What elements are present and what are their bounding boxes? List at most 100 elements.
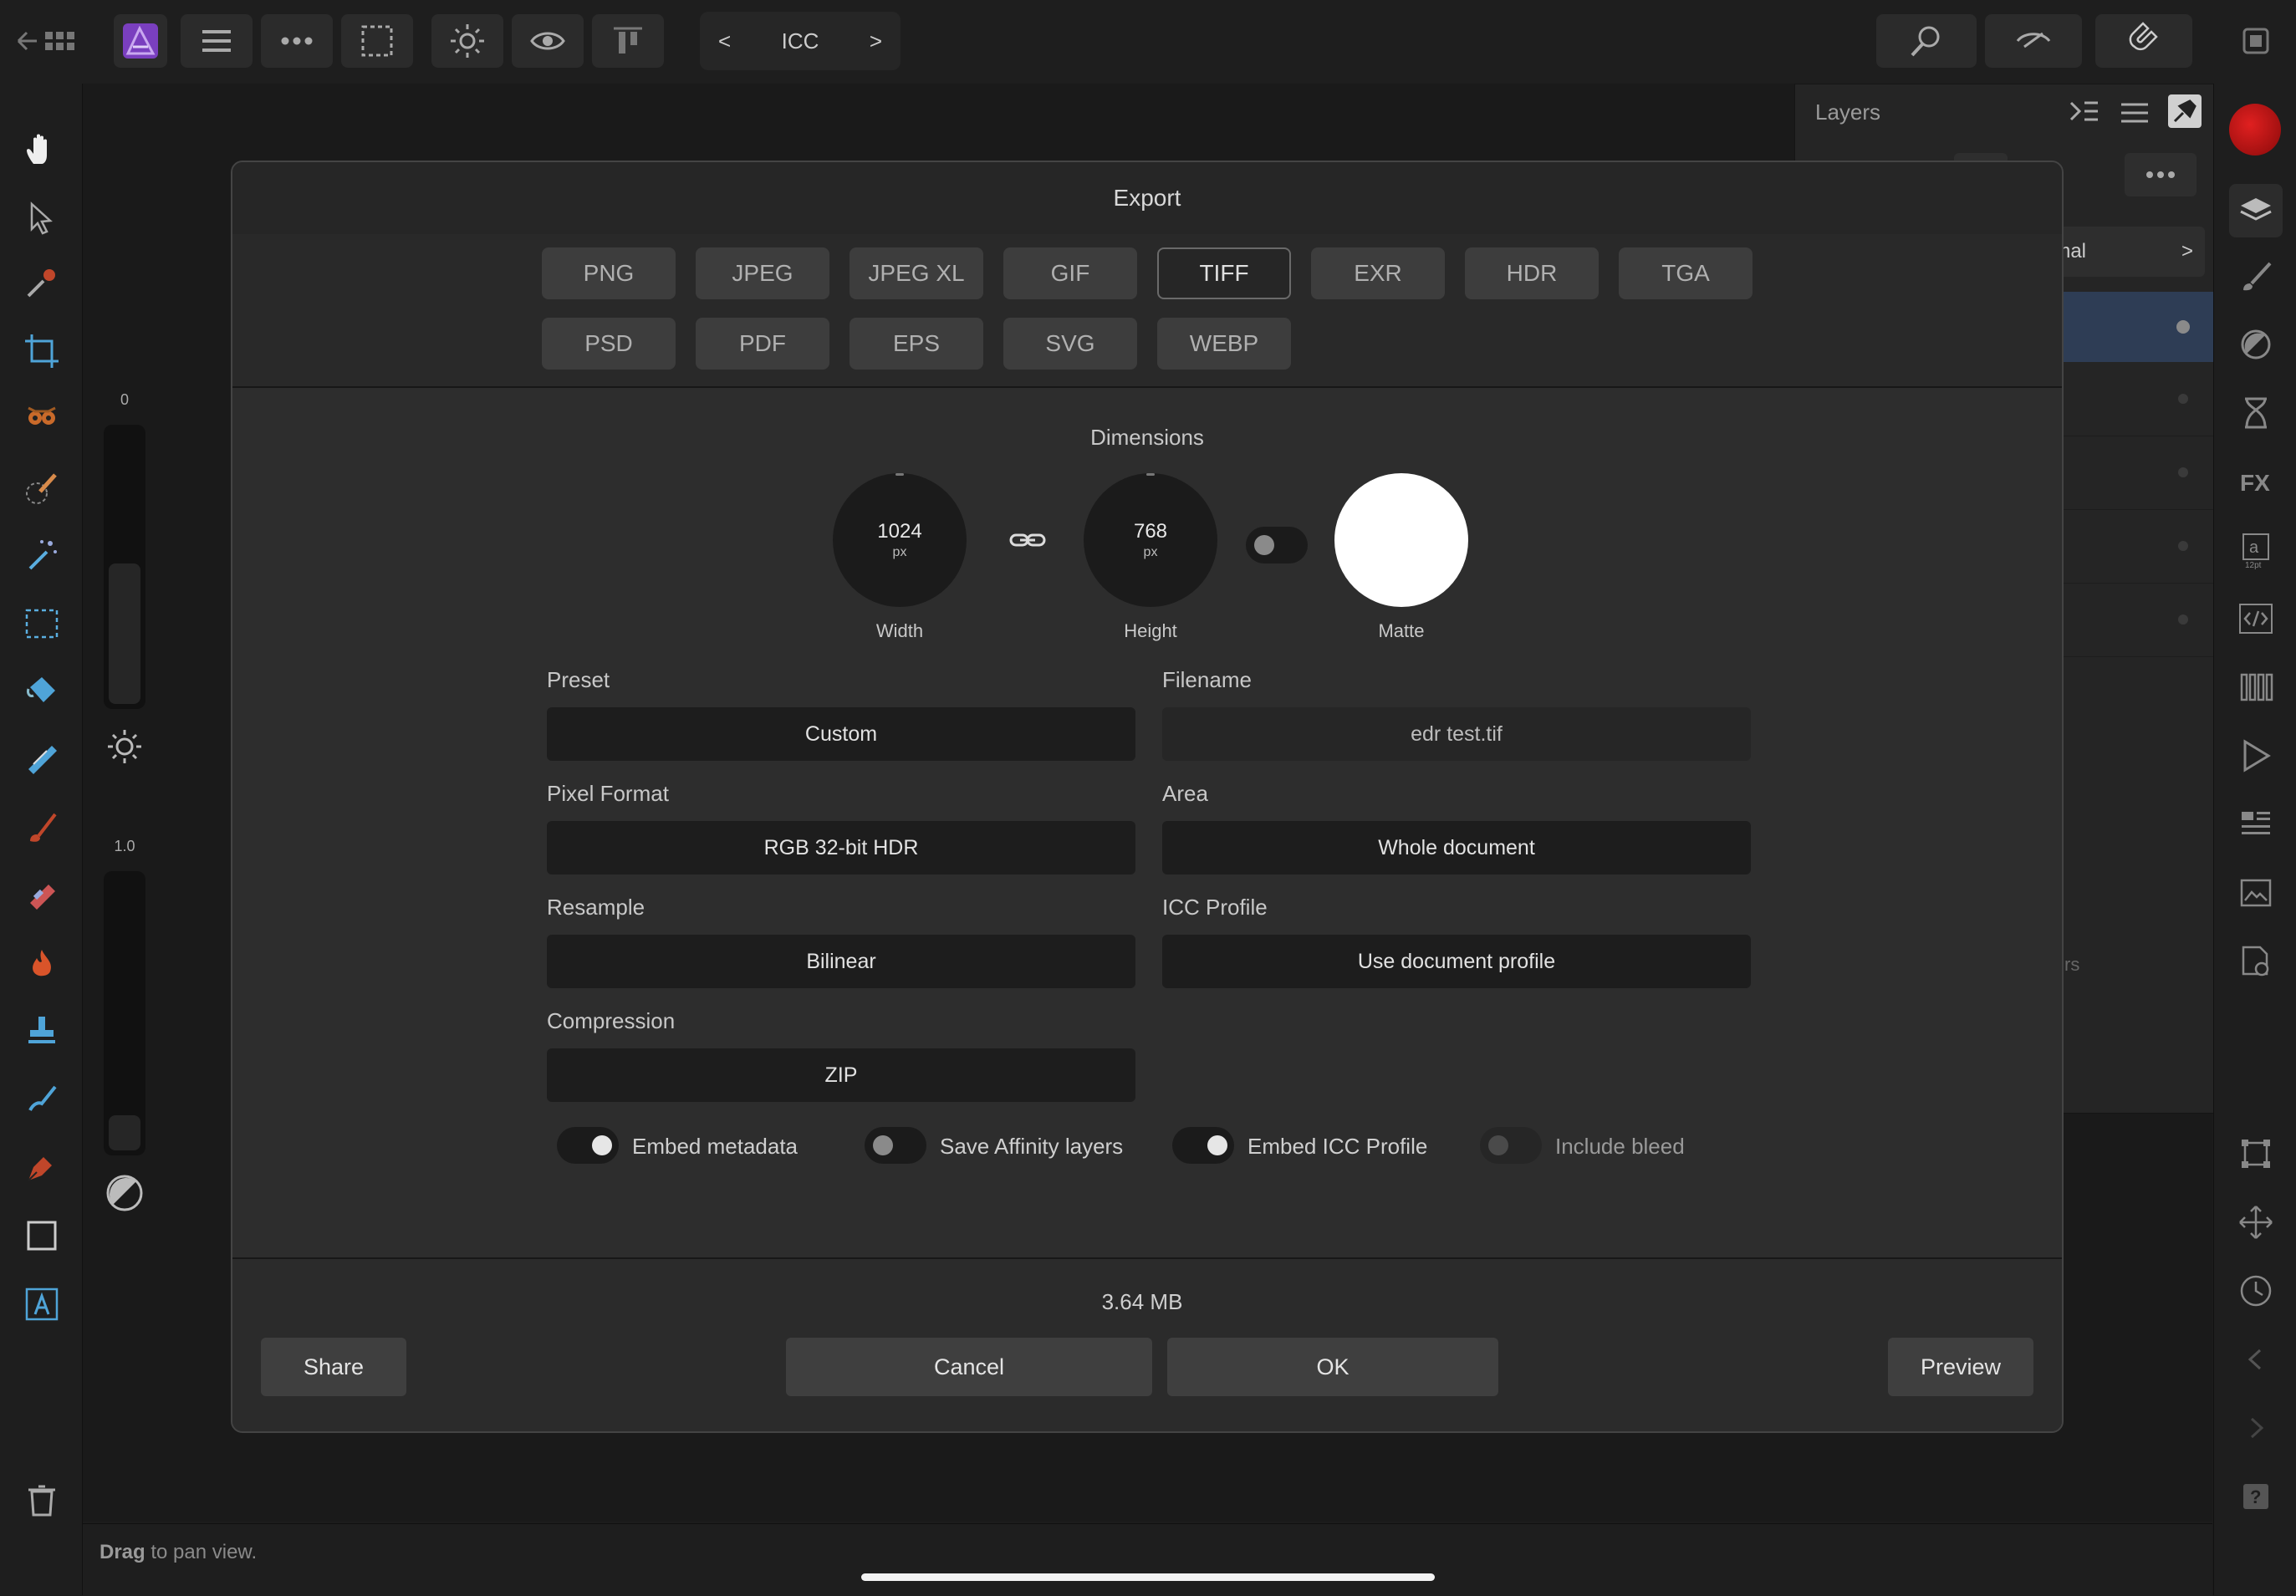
area-select[interactable]: Whole document [1162, 821, 1751, 874]
format-tga-button[interactable]: TGA [1619, 247, 1753, 299]
snapping-button[interactable] [2095, 14, 2192, 68]
flood-fill-tool[interactable] [18, 667, 65, 714]
crop-tool[interactable] [18, 328, 65, 375]
hidden-eye-icon [2016, 32, 2051, 48]
share-button[interactable]: Share [261, 1338, 406, 1396]
visibility-dot-icon[interactable] [2178, 394, 2188, 404]
clone-tool[interactable] [18, 1008, 65, 1055]
color-picker-tool[interactable] [18, 259, 65, 306]
pin-panel-button[interactable] [2168, 94, 2202, 128]
help-button[interactable]: ? [2232, 1473, 2279, 1520]
opacity-slider[interactable] [104, 425, 145, 709]
hand-tool[interactable] [18, 127, 65, 174]
layers-studio-button[interactable] [2229, 184, 2283, 237]
flow-slider[interactable] [104, 871, 145, 1155]
macro-studio-button[interactable] [2232, 732, 2279, 779]
format-hdr-button[interactable]: HDR [1465, 247, 1599, 299]
panel-menu-icon[interactable] [2118, 96, 2151, 130]
layer-more-button[interactable] [2125, 153, 2197, 196]
format-tiff-button[interactable]: TIFF [1157, 247, 1291, 299]
matte-toggle[interactable] [1246, 527, 1308, 563]
preset-select[interactable]: Custom [547, 707, 1135, 761]
include-bleed-toggle[interactable] [1480, 1127, 1542, 1164]
view-button[interactable] [512, 14, 584, 68]
width-dial[interactable]: 1024 px [833, 473, 967, 607]
ok-button[interactable]: OK [1167, 1338, 1498, 1396]
smudge-tool[interactable] [18, 1075, 65, 1122]
visibility-dot-icon[interactable] [2178, 541, 2188, 551]
preview-button[interactable]: Preview [1888, 1338, 2033, 1396]
text-tool[interactable] [18, 1281, 65, 1328]
filename-field[interactable]: edr test.tif [1162, 707, 1751, 761]
red-eye-tool[interactable] [18, 395, 65, 441]
brushes-studio-button[interactable] [2232, 252, 2279, 299]
selection-brush-tool[interactable] [18, 465, 65, 512]
document-switcher[interactable]: < ICC > [700, 12, 901, 70]
pixel-format-select[interactable]: RGB 32-bit HDR [547, 821, 1135, 874]
stock-studio-button[interactable] [2232, 869, 2279, 916]
window-button[interactable] [2232, 14, 2279, 68]
format-webp-button[interactable]: WEBP [1157, 318, 1291, 370]
color-swatch[interactable] [2229, 104, 2281, 156]
menu-button[interactable] [181, 14, 253, 68]
code-studio-button[interactable] [2232, 595, 2279, 642]
visibility-dot-icon[interactable] [2176, 320, 2190, 334]
format-eps-button[interactable]: EPS [850, 318, 983, 370]
marquee-icon [361, 25, 393, 57]
delete-button[interactable] [18, 1476, 65, 1523]
visibility-dot-icon[interactable] [2178, 614, 2188, 625]
collapse-panel-icon[interactable] [2068, 96, 2101, 130]
adjustments-studio-button[interactable] [2232, 321, 2279, 368]
paint-brush-tool[interactable] [18, 804, 65, 851]
character-studio-button[interactable]: a 12pt [2232, 527, 2279, 574]
move-tool[interactable] [18, 196, 65, 242]
cancel-button[interactable]: Cancel [786, 1338, 1152, 1396]
adjustments-button[interactable] [431, 14, 503, 68]
app-logo-button[interactable] [114, 14, 167, 68]
format-svg-button[interactable]: SVG [1003, 318, 1137, 370]
prev-document-button[interactable]: < [718, 28, 731, 54]
embed-metadata-toggle[interactable] [557, 1127, 619, 1164]
save-affinity-layers-toggle[interactable] [865, 1127, 926, 1164]
height-dial[interactable]: 768 px [1084, 473, 1217, 607]
format-exr-button[interactable]: EXR [1311, 247, 1445, 299]
resample-select[interactable]: Bilinear [547, 935, 1135, 988]
more-button[interactable] [261, 14, 333, 68]
zoom-button[interactable] [1876, 14, 1977, 68]
gradient-tool[interactable] [18, 736, 65, 783]
format-jpeg-button[interactable]: JPEG [696, 247, 829, 299]
format-jpeg-xl-button[interactable]: JPEG XL [850, 247, 983, 299]
effects-studio-button[interactable]: FX [2232, 458, 2279, 505]
shape-tool[interactable] [18, 1212, 65, 1259]
back-to-gallery-button[interactable] [12, 14, 87, 68]
assistant-button[interactable] [1985, 14, 2082, 68]
matte-swatch[interactable] [1334, 473, 1468, 607]
link-icon[interactable] [1008, 523, 1047, 557]
format-psd-button[interactable]: PSD [542, 318, 676, 370]
format-pdf-button[interactable]: PDF [696, 318, 829, 370]
format-gif-button[interactable]: GIF [1003, 247, 1137, 299]
history-studio-button[interactable] [2232, 390, 2279, 436]
format-png-button[interactable]: PNG [542, 247, 676, 299]
magic-wand-tool[interactable] [18, 532, 65, 579]
undo-button[interactable] [2232, 1336, 2279, 1383]
selection-button[interactable] [341, 14, 413, 68]
move-studio-button[interactable] [2232, 1199, 2279, 1246]
home-indicator[interactable] [861, 1573, 1435, 1581]
pen-tool[interactable] [18, 1144, 65, 1191]
swatches-studio-button[interactable] [2232, 664, 2279, 711]
visibility-dot-icon[interactable] [2178, 467, 2188, 477]
redo-button[interactable] [2232, 1405, 2279, 1451]
icc-profile-select[interactable]: Use document profile [1162, 935, 1751, 988]
compression-select[interactable]: ZIP [547, 1048, 1135, 1102]
assets-studio-button[interactable] [2232, 938, 2279, 985]
embed-icc-profile-toggle[interactable] [1172, 1127, 1234, 1164]
navigator-studio-button[interactable] [2232, 801, 2279, 848]
marquee-tool[interactable] [18, 600, 65, 647]
transform-studio-button[interactable] [2232, 1130, 2279, 1177]
healing-tool[interactable] [18, 873, 65, 920]
next-document-button[interactable]: > [870, 28, 882, 54]
align-button[interactable] [592, 14, 664, 68]
burn-tool[interactable] [18, 941, 65, 988]
history-button[interactable] [2232, 1267, 2279, 1314]
